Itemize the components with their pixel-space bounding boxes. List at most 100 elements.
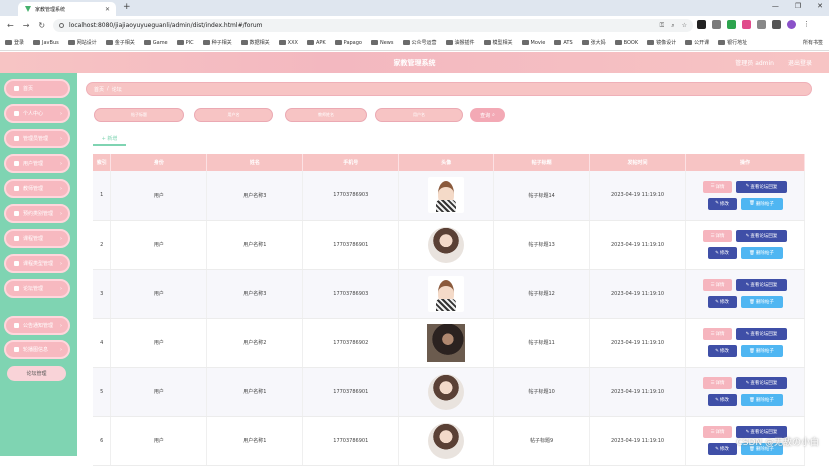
edit-button[interactable]: ✎ 修改 <box>707 197 737 210</box>
bookmark-star-icon[interactable]: ☆ <box>682 22 687 30</box>
bookmark-item[interactable]: 银行地址 <box>718 39 747 46</box>
sidebar-item[interactable]: 公告通知管理 › <box>4 316 70 335</box>
menu-kebab-icon[interactable]: ⋮ <box>802 20 811 29</box>
trash-icon: 🗑 <box>749 397 755 403</box>
logout-link[interactable]: 退出登录 <box>788 58 812 67</box>
folder-icon <box>718 40 726 45</box>
bookmark-item[interactable]: 公开课 <box>685 39 709 46</box>
password-key-icon[interactable]: ⚿ <box>660 22 665 30</box>
query-button[interactable]: 查询 ⌕ <box>470 108 505 122</box>
sidebar-item[interactable]: 课程管理 › <box>4 229 70 248</box>
bookmark-item[interactable]: 张大妈 <box>581 39 606 46</box>
bookmark-item[interactable]: 油猴插件 <box>445 39 475 46</box>
browser-tab[interactable]: 家教管理系统 ✕ <box>18 2 116 16</box>
app-header: 家教管理系统 管理员 admin 退出登录 <box>0 52 829 73</box>
sidepanel-icon[interactable] <box>772 20 781 29</box>
cell-index: 4 <box>93 318 112 368</box>
sidebar-item[interactable]: 轮播图信息 › <box>4 340 70 359</box>
detail-button[interactable]: ☰ 详情 <box>703 377 732 389</box>
view-replies-button[interactable]: ✎ 查看论坛回复 <box>736 279 787 291</box>
bookmark-item[interactable]: Game <box>143 40 168 46</box>
forward-icon[interactable]: → <box>23 21 30 30</box>
bookmark-item[interactable]: BOOK <box>614 40 638 46</box>
add-button[interactable]: + 新增 <box>93 133 126 146</box>
new-tab-button[interactable]: + <box>123 2 131 12</box>
cell-title: 帖子标题11 <box>493 318 591 368</box>
detail-button[interactable]: ☰ 详情 <box>703 279 732 291</box>
column-header: 手机号 <box>302 154 400 171</box>
reload-icon[interactable]: ↻ <box>38 21 45 30</box>
bookmark-item[interactable]: News <box>370 40 394 46</box>
bookmark-item[interactable]: 模型相关 <box>483 39 513 46</box>
bookmark-item[interactable]: ATS <box>554 40 573 46</box>
bookmark-item[interactable]: PIC <box>176 40 194 46</box>
sidebar-item[interactable]: 教师管理 › <box>4 179 70 198</box>
sidebar-item[interactable]: 课程类型管理 › <box>4 254 70 273</box>
search-teacher-input[interactable]: 教师姓名 <box>285 108 367 122</box>
all-bookmarks[interactable]: 所有书签 <box>803 39 823 46</box>
search-username-input[interactable]: 用户名 <box>194 108 273 122</box>
delete-post-button[interactable]: 🗑 删除帖子 <box>740 247 783 259</box>
profile-avatar[interactable] <box>787 20 796 29</box>
breadcrumb-home[interactable]: 首页 <box>94 86 104 93</box>
sidebar-item[interactable]: 管理员管理 › <box>4 129 70 148</box>
column-header: 头像 <box>398 154 495 171</box>
edit-button[interactable]: ✎ 修改 <box>707 394 737 406</box>
restore-icon[interactable]: ❐ <box>795 2 801 10</box>
extension-icon[interactable] <box>727 20 736 29</box>
edit-button[interactable]: ✎ 修改 <box>707 296 737 308</box>
back-icon[interactable]: ← <box>7 21 14 30</box>
avatar <box>428 422 465 459</box>
bookmark-item[interactable]: 网站设计 <box>67 39 97 46</box>
table-header-row: 索引 身份 姓名 手机号 头像 帖子标题 发帖时间 操作 <box>93 154 805 171</box>
cell-phone: 17703786901 <box>302 416 400 466</box>
detail-button[interactable]: ☰ 详情 <box>703 180 732 193</box>
edit-button[interactable]: ✎ 修改 <box>707 345 737 357</box>
site-info-icon[interactable] <box>59 23 64 28</box>
detail-button[interactable]: ☰ 详情 <box>703 328 732 340</box>
bookmark-item[interactable]: 登录 <box>5 39 24 46</box>
search-user-input[interactable]: 用户名 <box>375 108 463 122</box>
extension-icon[interactable] <box>712 20 721 29</box>
sidebar-item[interactable]: 用户管理 › <box>4 154 70 173</box>
puzzle-icon[interactable] <box>757 20 766 29</box>
sidebar-item[interactable]: 论坛管理 › <box>4 279 70 298</box>
bookmark-item[interactable]: Movie <box>521 40 545 46</box>
search-title-input[interactable]: 帖子标题 <box>94 108 184 122</box>
bookmark-item[interactable]: 镜像设计 <box>647 39 676 46</box>
minimize-icon[interactable]: — <box>772 2 779 10</box>
view-replies-button[interactable]: ✎ 查看论坛回复 <box>736 377 787 389</box>
bookmark-item[interactable]: 金子相关 <box>105 39 135 46</box>
delete-post-button[interactable]: 🗑 删除帖子 <box>740 296 783 308</box>
edit-button[interactable]: ✎ 修改 <box>707 443 737 455</box>
bookmark-item[interactable]: 数据相关 <box>240 39 270 46</box>
detail-button[interactable]: ☰ 详情 <box>703 426 732 438</box>
extension-icon[interactable] <box>742 20 751 29</box>
close-window-icon[interactable]: ✕ <box>817 2 823 10</box>
breadcrumb-current: 论坛 <box>111 86 122 93</box>
bookmark-item[interactable]: JavBus <box>33 40 59 46</box>
bookmark-item[interactable]: XXX <box>278 40 298 46</box>
delete-post-button[interactable]: 🗑 删除帖子 <box>740 197 783 210</box>
view-replies-button[interactable]: ✎ 查看论坛回复 <box>736 328 787 340</box>
extension-icon[interactable] <box>697 20 706 29</box>
sidebar-subitem-forum-manage[interactable]: 论坛管理 <box>7 366 66 381</box>
sidebar-item[interactable]: 预约类别管理 › <box>4 204 70 223</box>
close-tab-icon[interactable]: ✕ <box>105 6 110 13</box>
detail-button[interactable]: ☰ 详情 <box>703 230 732 242</box>
bookmark-item[interactable]: Papago <box>334 40 362 46</box>
edit-button[interactable]: ✎ 修改 <box>707 247 737 259</box>
cell-phone: 17703786903 <box>302 269 400 319</box>
zoom-icon[interactable]: ⌕ <box>671 22 674 30</box>
view-replies-button[interactable]: ✎ 查看论坛回复 <box>736 230 787 242</box>
view-replies-button[interactable]: ✎ 查看论坛回复 <box>736 180 787 193</box>
sidebar-item[interactable]: 首页 <box>4 79 70 98</box>
url-bar[interactable]: localhost:8080/jiajiaoyuyueguanli/admin/… <box>53 19 693 32</box>
bookmark-item[interactable]: 种子相关 <box>202 39 232 46</box>
menu-icon <box>14 323 19 328</box>
delete-post-button[interactable]: 🗑 删除帖子 <box>740 394 783 406</box>
bookmark-item[interactable]: 公众号运营 <box>402 39 437 46</box>
bookmark-item[interactable]: APK <box>306 40 326 46</box>
delete-post-button[interactable]: 🗑 删除帖子 <box>740 345 783 357</box>
sidebar-item[interactable]: 个人中心 › <box>4 104 70 123</box>
